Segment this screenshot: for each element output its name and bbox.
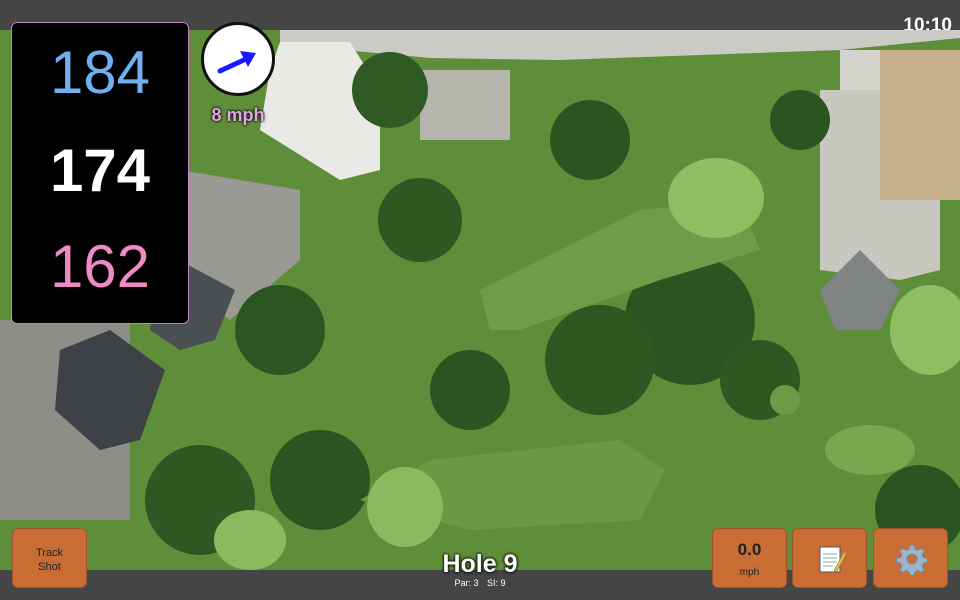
notes-button[interactable] — [792, 528, 867, 588]
distance-panel: 184 174 162 — [11, 22, 189, 324]
hole-details: Par: 3 SI: 9 — [400, 578, 560, 588]
speed-unit: mph — [739, 567, 760, 578]
speed-button[interactable]: 0.0 mph — [712, 528, 787, 588]
track-shot-button[interactable]: Track Shot — [12, 528, 87, 588]
settings-button[interactable] — [873, 528, 948, 588]
middle-distance: 174 — [49, 137, 151, 204]
golf-gps-app: 10:10 184 174 162 8 mph Track Shot Hole … — [0, 0, 960, 600]
back-distance: 184 — [49, 39, 151, 106]
par-label: Par: 3 — [454, 578, 479, 588]
front-distance: 162 — [49, 233, 151, 300]
hole-title: Hole 9 — [442, 550, 518, 578]
speed-value: 0.0 — [737, 540, 762, 559]
si-label: SI: 9 — [487, 578, 506, 588]
wind-speed: 8 mph — [211, 105, 265, 125]
track-shot-label-2: Shot — [38, 561, 61, 573]
gear-icon — [896, 544, 928, 575]
notepad-icon — [819, 546, 847, 573]
track-shot-label-1: Track — [35, 547, 64, 559]
wind-arrow-icon — [217, 51, 256, 74]
wind-compass — [201, 22, 275, 96]
